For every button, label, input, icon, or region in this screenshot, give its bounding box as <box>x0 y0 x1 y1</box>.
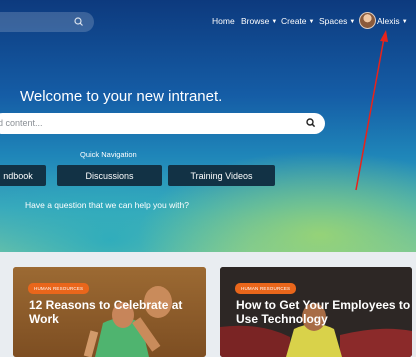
quick-link-handbook[interactable]: ndbook <box>0 165 46 186</box>
chevron-down-icon: ▼ <box>401 19 408 25</box>
top-search-field[interactable] <box>0 12 94 32</box>
category-tag[interactable]: HUMAN RESOURCES <box>28 283 90 294</box>
chevron-down-icon: ▼ <box>308 19 315 25</box>
quick-link-discussions[interactable]: Discussions <box>57 165 162 186</box>
search-icon[interactable] <box>305 117 317 129</box>
article-title[interactable]: 12 Reasons to Celebrate at Work <box>29 298 182 326</box>
category-tag[interactable]: HUMAN RESOURCES <box>235 283 297 294</box>
content-search-input[interactable]: d content... <box>0 113 325 134</box>
nav-create[interactable]: Create ▼ <box>281 16 314 26</box>
search-placeholder: d content... <box>0 118 43 128</box>
avatar[interactable] <box>359 12 376 29</box>
article-title-line: 12 Reasons to Celebrate at <box>29 298 183 312</box>
nav-spaces[interactable]: Spaces ▼ <box>319 16 355 26</box>
article-card[interactable]: HUMAN RESOURCES 12 Reasons to Celebrate … <box>13 267 206 357</box>
nav-create-label: Create <box>281 16 307 26</box>
article-title[interactable]: How to Get Your Employees to Use Technol… <box>236 298 410 326</box>
welcome-heading: Welcome to your new intranet. <box>20 88 223 105</box>
quick-navigation-title: Quick Navigation <box>80 150 137 159</box>
chevron-down-icon: ▼ <box>271 19 278 25</box>
nav-spaces-label: Spaces <box>319 16 348 26</box>
chevron-down-icon: ▼ <box>349 19 356 25</box>
nav-home[interactable]: Home <box>212 16 235 26</box>
article-title-line: Use Technology <box>236 312 328 326</box>
user-menu[interactable]: Alexis ▼ <box>377 16 408 26</box>
hero-banner: Home Browse ▼ Create ▼ Spaces ▼ Alexis ▼ Wel… <box>0 0 416 252</box>
help-question-link[interactable]: Have a question that we can help you wit… <box>25 200 189 210</box>
nav-browse[interactable]: Browse ▼ <box>241 16 277 26</box>
article-title-line: How to Get Your Employees to <box>236 298 411 312</box>
top-navigation-bar: Home Browse ▼ Create ▼ Spaces ▼ Alexis ▼ <box>0 0 416 44</box>
nav-browse-label: Browse <box>241 16 270 26</box>
article-card[interactable]: HUMAN RESOURCES How to Get Your Employee… <box>220 267 412 357</box>
search-icon[interactable] <box>73 16 85 28</box>
user-name: Alexis <box>377 16 400 26</box>
article-title-line: Work <box>29 312 59 326</box>
quick-link-training-videos[interactable]: Training Videos <box>168 165 275 186</box>
